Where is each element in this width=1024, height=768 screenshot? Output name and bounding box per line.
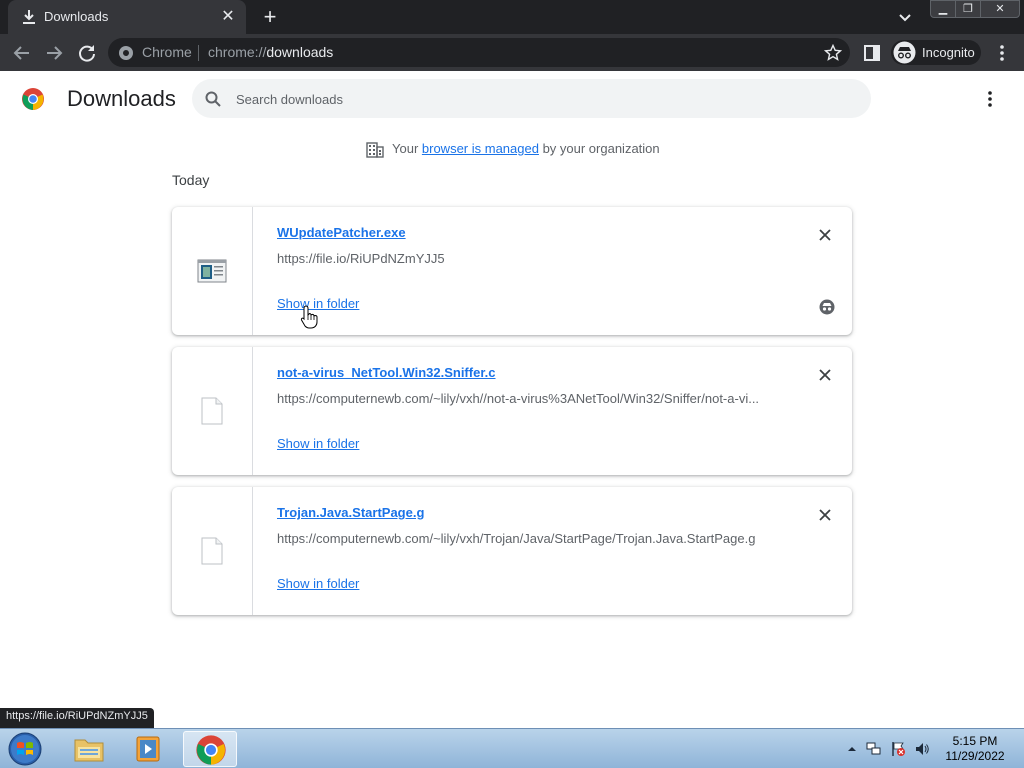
- chrome-taskbar-icon: [196, 735, 226, 765]
- volume-icon[interactable]: [914, 741, 930, 757]
- download-item: not-a-virus_NetTool.Win32.Sniffer.c http…: [172, 347, 852, 475]
- download-file-name-link[interactable]: Trojan.Java.StartPage.g: [277, 505, 424, 520]
- link-status-bubble: https://file.io/RiUPdNZmYJJ5: [0, 708, 154, 728]
- action-center-flag-icon[interactable]: [890, 741, 906, 757]
- site-name: Chrome: [142, 44, 192, 60]
- reload-icon[interactable]: [75, 41, 99, 65]
- download-item: WUpdatePatcher.exe https://file.io/RiUPd…: [172, 207, 852, 335]
- download-source-url: https://computernewb.com/~lily/vxh/Troja…: [277, 531, 756, 546]
- page-menu-icon[interactable]: [982, 88, 998, 110]
- file-thumbnail: [172, 487, 253, 615]
- browser-toolbar: Chrome chrome://downloads Incognito: [0, 34, 1024, 71]
- download-file-name-link[interactable]: WUpdatePatcher.exe: [277, 225, 406, 240]
- search-input[interactable]: [236, 88, 836, 110]
- minimize-button[interactable]: ▁: [930, 0, 956, 18]
- file-thumbnail: [172, 347, 253, 475]
- managed-suffix: by your organization: [538, 141, 660, 156]
- chrome-site-icon: [119, 46, 133, 60]
- window-close-button[interactable]: ✕: [980, 0, 1020, 18]
- download-source-url: https://file.io/RiUPdNZmYJJ5: [277, 251, 445, 266]
- download-file-name-link[interactable]: not-a-virus_NetTool.Win32.Sniffer.c: [277, 365, 496, 380]
- tab-search-chevron-icon[interactable]: [895, 7, 915, 27]
- page-title: Downloads: [67, 86, 176, 111]
- taskbar-clock[interactable]: 5:15 PM 11/29/2022: [940, 734, 1010, 764]
- taskbar-chrome[interactable]: [183, 731, 237, 767]
- omnibox-divider: [198, 45, 199, 61]
- chrome-logo-icon: [22, 88, 44, 110]
- network-icon[interactable]: [866, 741, 882, 757]
- show-in-folder-link[interactable]: Show in folder: [277, 436, 359, 451]
- download-item: Trojan.Java.StartPage.g https://computer…: [172, 487, 852, 615]
- search-icon: [205, 91, 221, 107]
- incognito-icon: [893, 41, 916, 64]
- incognito-badge-icon: [819, 299, 835, 315]
- clock-date: 11/29/2022: [945, 749, 1005, 763]
- remove-download-icon[interactable]: [815, 365, 835, 385]
- search-bar[interactable]: [192, 79, 871, 118]
- building-icon: [366, 142, 384, 158]
- tab-strip: Downloads ✕ + ▁ ❐ ✕: [0, 0, 1024, 34]
- managed-prefix: Your: [392, 141, 422, 156]
- url-host: downloads: [266, 44, 334, 60]
- date-section-label: Today: [172, 172, 210, 188]
- forward-icon[interactable]: [42, 41, 66, 65]
- new-tab-button[interactable]: +: [258, 5, 282, 29]
- folder-icon: [74, 739, 104, 762]
- generic-file-icon: [201, 397, 223, 425]
- windows-start-icon[interactable]: [4, 731, 46, 767]
- clock-time: 5:15 PM: [952, 734, 998, 748]
- media-player-icon: [136, 736, 160, 762]
- windows-taskbar: 5:15 PM 11/29/2022: [0, 728, 1024, 768]
- file-thumbnail: [172, 207, 253, 335]
- address-bar[interactable]: Chrome chrome://downloads: [108, 38, 850, 67]
- browser-menu-icon[interactable]: [994, 42, 1010, 64]
- restore-button[interactable]: ❐: [955, 0, 981, 18]
- tab-downloads[interactable]: Downloads ✕: [8, 0, 246, 34]
- tab-title: Downloads: [44, 9, 109, 24]
- browser-managed-link[interactable]: browser is managed: [422, 141, 539, 156]
- download-icon: [23, 10, 35, 24]
- hand-cursor-icon: [300, 305, 318, 329]
- back-icon[interactable]: [10, 41, 34, 65]
- taskbar-explorer[interactable]: [62, 731, 116, 767]
- bookmark-star-icon[interactable]: [824, 44, 842, 62]
- remove-download-icon[interactable]: [815, 505, 835, 525]
- incognito-label: Incognito: [922, 45, 975, 60]
- url-text: chrome://downloads: [208, 44, 333, 60]
- tab-close-button[interactable]: ✕: [218, 7, 238, 27]
- show-in-folder-link[interactable]: Show in folder: [277, 576, 359, 591]
- generic-file-icon: [201, 537, 223, 565]
- url-scheme: chrome://: [208, 44, 267, 60]
- show-hidden-icons-icon[interactable]: [844, 741, 860, 757]
- download-source-url: https://computernewb.com/~lily/vxh//not-…: [277, 391, 760, 406]
- taskbar-media-player[interactable]: [122, 731, 176, 767]
- remove-download-icon[interactable]: [815, 225, 835, 245]
- exe-file-icon: [197, 259, 227, 283]
- side-panel-icon[interactable]: [863, 44, 881, 62]
- incognito-indicator[interactable]: Incognito: [891, 40, 981, 65]
